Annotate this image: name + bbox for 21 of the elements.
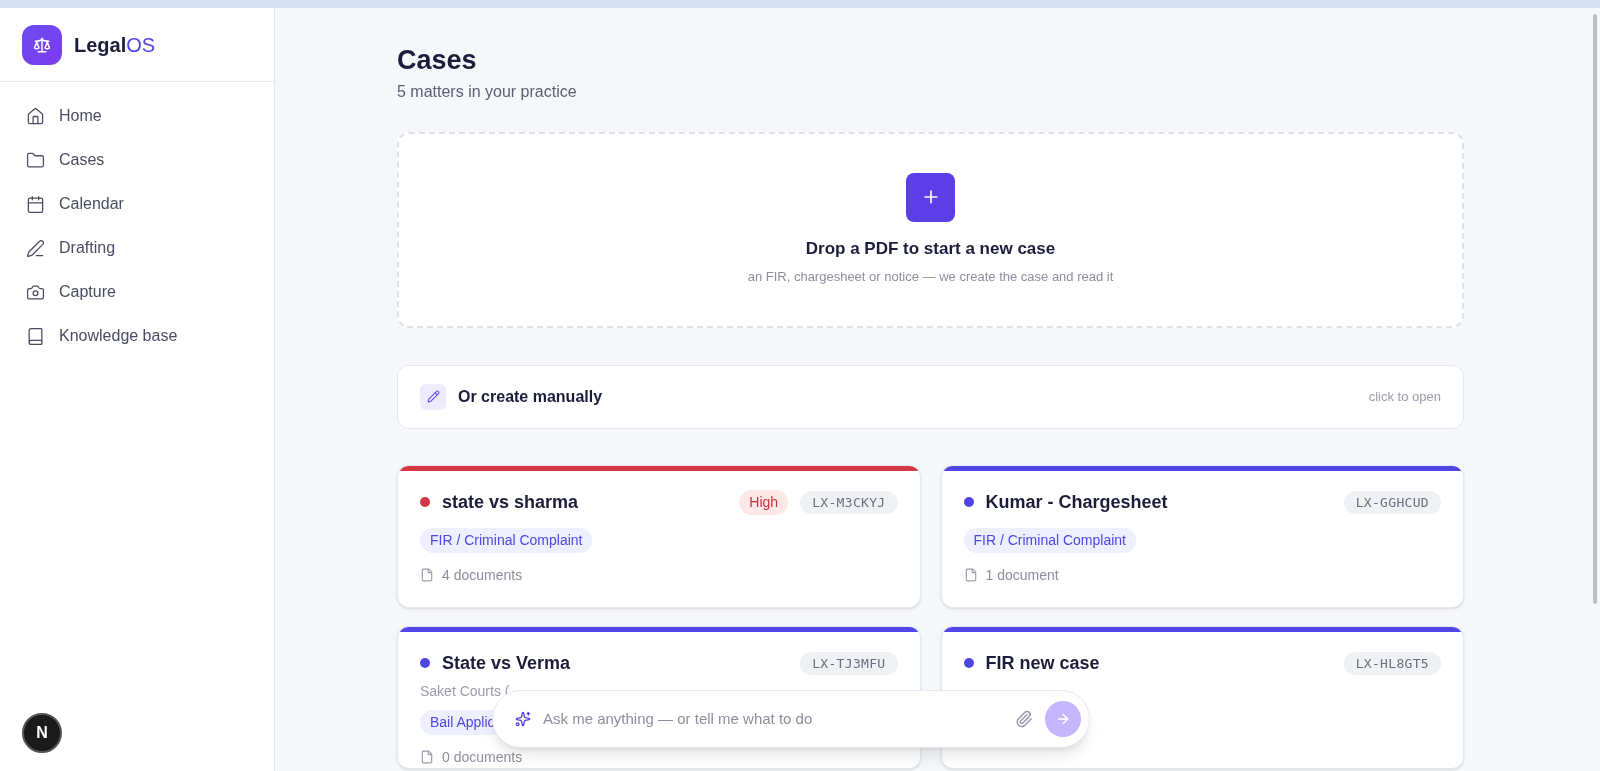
document-count: 0 documents — [442, 747, 523, 767]
case-title: State vs Verma — [442, 651, 572, 675]
document-count: 4 documents — [442, 565, 523, 585]
document-type-tag: FIR / Criminal Complaint — [963, 527, 1136, 553]
page-subtitle: 5 matters in your practice — [397, 81, 578, 102]
drop-zone-hint: an FIR, chargesheet or notice — we create the case and read it — [747, 268, 1114, 287]
click-to-open-hint: click to open — [1368, 388, 1441, 406]
brand-name: LegalOS — [74, 32, 156, 58]
case-title: state vs sharma — [442, 490, 580, 514]
priority-badge: High — [739, 489, 789, 515]
case-code: LX-GGHCUD — [1343, 490, 1441, 514]
page-title: Cases — [397, 44, 478, 77]
drop-zone-title: Drop a PDF to start a new case — [805, 237, 1056, 260]
document-type-tag: FIR / Criminal Complaint — [420, 527, 593, 553]
case-code: LX-HL8GT5 — [1343, 651, 1441, 675]
create-manually-label: Or create manually — [458, 386, 604, 407]
case-title: FIR new case — [985, 651, 1101, 675]
document-count: 1 document — [985, 565, 1059, 585]
case-code: LX-TJ3MFU — [800, 651, 898, 675]
case-code: LX-M3CKYJ — [800, 490, 898, 514]
case-title: Kumar - Chargesheet — [985, 490, 1169, 514]
